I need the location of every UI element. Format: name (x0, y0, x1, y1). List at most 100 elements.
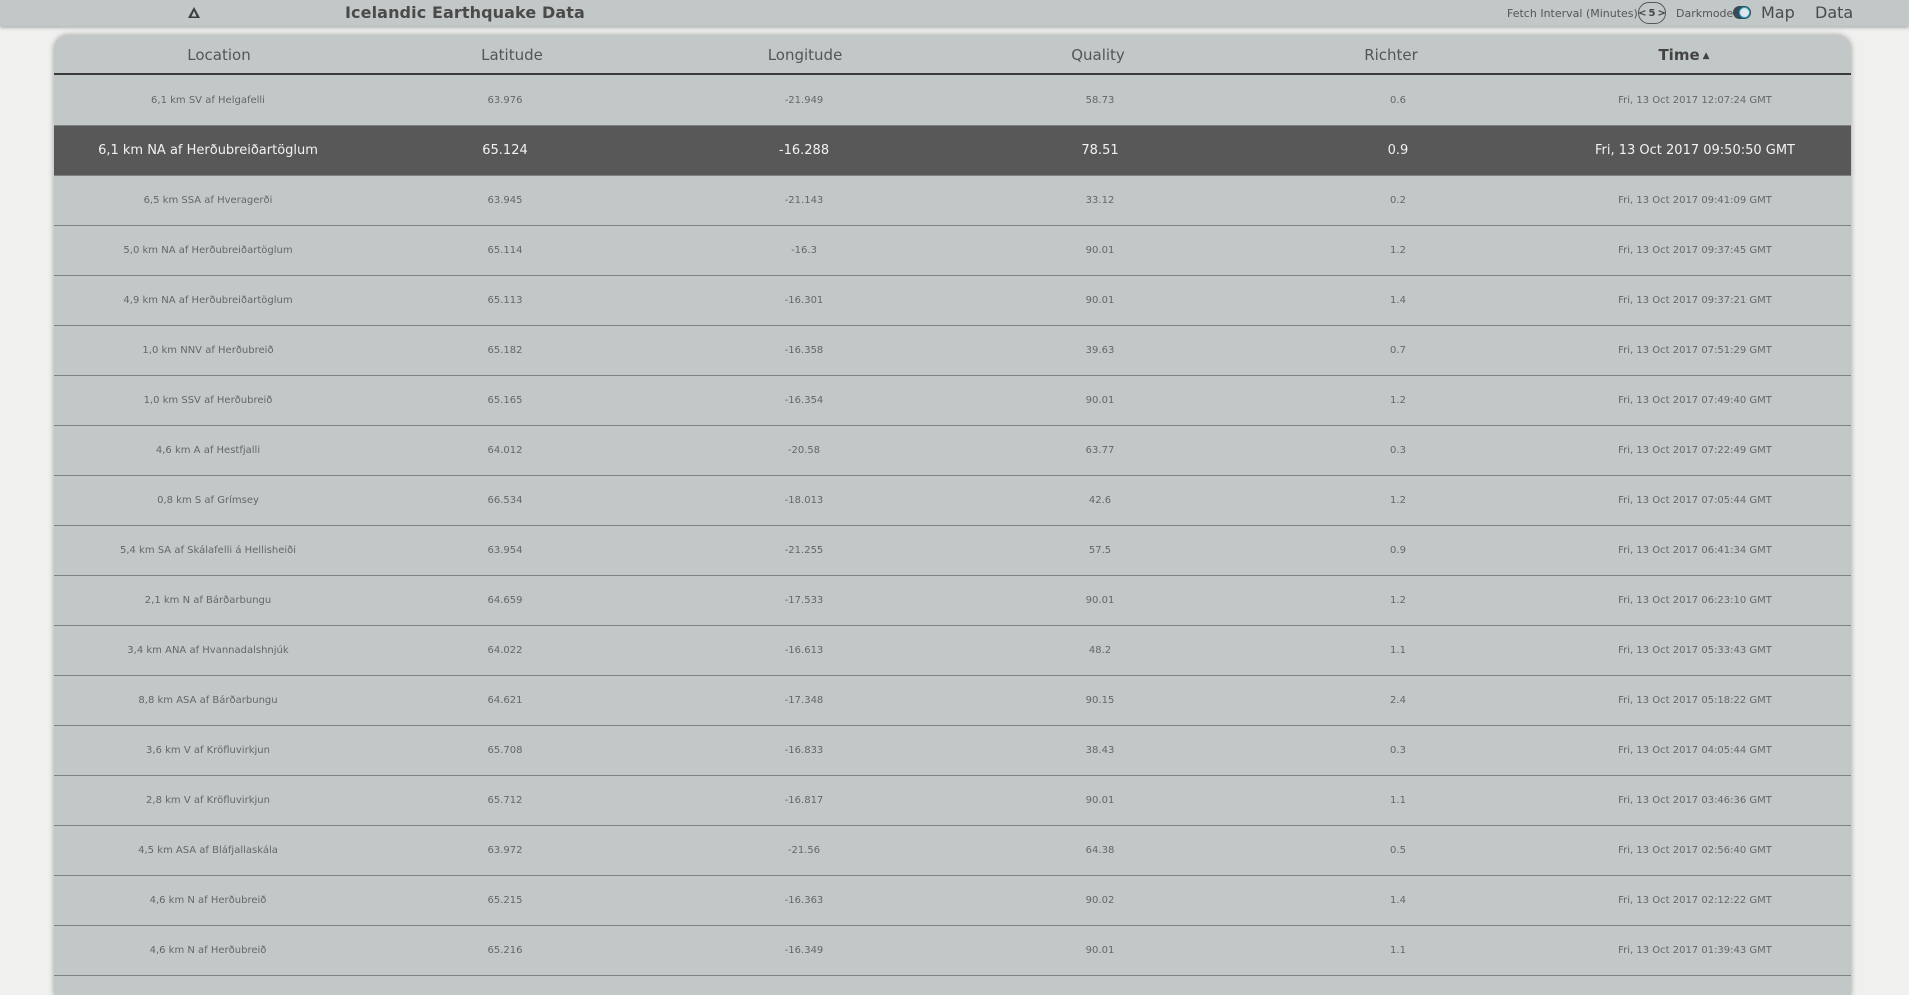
table-row[interactable]: 5,0 km NA af Herðubreiðartöglum 65.114 -16… (54, 226, 1851, 276)
cell-richter: 1.1 (1390, 945, 1406, 956)
fetch-interval-stepper[interactable]: < 5 > (1638, 2, 1666, 24)
table-row[interactable]: 1,0 km NNV af Herðubreið 65.182 -16.358 39.… (54, 326, 1851, 376)
cell-time: Fri, 13 Oct 2017 05:18:22 GMT (1618, 695, 1772, 706)
table-row[interactable]: 3,6 km V af Kröfluvirkjun 65.708 -16.833 38… (54, 726, 1851, 776)
cell-richter: 0.9 (1390, 545, 1406, 556)
cell-latitude: 63.976 (487, 95, 523, 106)
column-header-latitude[interactable]: Latitude (481, 46, 543, 64)
table-row[interactable]: 6,1 km NA af Herðubreiðartöglum 65.124 -16… (54, 126, 1851, 176)
cell-latitude: 65.114 (487, 245, 523, 256)
cell-longitude: -16.288 (778, 143, 830, 158)
cell-longitude: -16.833 (784, 745, 824, 756)
cell-quality: 42.6 (1088, 495, 1112, 506)
cell-location: 6,5 km SSA af Hveragerði (143, 195, 273, 206)
cell-location: 5,4 km SA af Skálafelli á Hellisheiði (119, 545, 297, 556)
table-row[interactable]: 4,6 km N af Herðubreið 65.216 -16.349 90.01… (54, 926, 1851, 976)
cell-quality: 64.38 (1085, 845, 1115, 856)
toggle-knob (1739, 7, 1750, 18)
cell-quality: 90.01 (1085, 595, 1115, 606)
cell-time: Fri, 13 Oct 2017 12:07:24 GMT (1618, 95, 1772, 106)
cell-richter: 0.5 (1390, 845, 1406, 856)
cell-longitude: -16.349 (784, 945, 824, 956)
cell-time: Fri, 13 Oct 2017 07:51:29 GMT (1618, 345, 1772, 356)
cell-location: 2,1 km N af Bárðarbungu (144, 595, 272, 606)
cell-quality: 78.51 (1081, 143, 1119, 158)
earthquake-table: Location Latitude Longitude Quality Rich… (54, 35, 1851, 995)
cell-time: Fri, 13 Oct 2017 09:37:45 GMT (1618, 245, 1772, 256)
cell-quality: 33.12 (1085, 195, 1115, 206)
cell-quality: 90.01 (1085, 795, 1115, 806)
cell-time: Fri, 13 Oct 2017 07:22:49 GMT (1618, 445, 1772, 456)
table-row[interactable]: 4,6 km N af Herðubreið 65.215 -16.363 90.02… (54, 876, 1851, 926)
cell-longitude: -18.013 (784, 495, 824, 506)
cell-longitude: -16.817 (784, 795, 824, 806)
cell-location: 4,9 km NA af Herðubreiðartöglum (123, 295, 293, 306)
cell-quality: 48.2 (1088, 645, 1112, 656)
cell-location: 6,1 km NA af Herðubreiðartöglum (98, 143, 318, 158)
column-header-longitude[interactable]: Longitude (768, 46, 843, 64)
cell-longitude: -16.363 (784, 895, 824, 906)
cell-richter: 0.7 (1390, 345, 1406, 356)
cell-quality: 39.63 (1085, 345, 1115, 356)
cell-location: 4,6 km N af Herðubreið (149, 945, 267, 956)
table-row[interactable]: 8,8 km ASA af Bárðarbungu 64.621 -17.348 90… (54, 676, 1851, 726)
cell-quality: 90.01 (1085, 395, 1115, 406)
cell-latitude: 65.216 (487, 945, 523, 956)
cell-location: 5,0 km NA af Herðubreiðartöglum (123, 245, 293, 256)
cell-time: Fri, 13 Oct 2017 01:39:43 GMT (1618, 945, 1772, 956)
decrement-button[interactable]: < (1637, 8, 1647, 19)
cell-longitude: -16.613 (784, 645, 824, 656)
nav-map-link[interactable]: Map (1761, 3, 1795, 22)
cell-longitude: -17.533 (784, 595, 824, 606)
cell-longitude: -16.358 (784, 345, 824, 356)
cell-quality: 90.02 (1085, 895, 1115, 906)
column-header-quality[interactable]: Quality (1071, 46, 1125, 64)
fetch-interval-label: Fetch Interval (Minutes) (1507, 7, 1638, 20)
darkmode-toggle[interactable] (1733, 6, 1751, 19)
cell-time: Fri, 13 Oct 2017 02:12:22 GMT (1618, 895, 1772, 906)
table-row[interactable]: 2,8 km V af Kröfluvirkjun 65.712 -16.817 90… (54, 776, 1851, 826)
cell-location: 4,6 km N af Herðubreið (149, 895, 267, 906)
table-row[interactable]: 4,6 km A af Hestfjalli 64.012 -20.58 63.77 0… (54, 426, 1851, 476)
cell-longitude: -21.255 (784, 545, 824, 556)
cell-quality: 38.43 (1085, 745, 1115, 756)
warning-triangle-icon[interactable] (187, 5, 201, 19)
cell-time: Fri, 13 Oct 2017 06:23:10 GMT (1618, 595, 1772, 606)
cell-time: Fri, 13 Oct 2017 07:05:44 GMT (1618, 495, 1772, 506)
cell-longitude: -20.58 (787, 445, 821, 456)
table-row[interactable]: 1,0 km SSV af Herðubreið 65.165 -16.354 90.… (54, 376, 1851, 426)
table-row[interactable]: 6,1 km SV af Helgafelli 63.976 -21.949 58.7… (54, 76, 1851, 126)
cell-richter: 0.6 (1390, 95, 1406, 106)
cell-latitude: 65.708 (487, 745, 523, 756)
cell-richter: 1.4 (1390, 295, 1406, 306)
cell-richter: 2.4 (1390, 695, 1406, 706)
fetch-interval-value: 5 (1648, 7, 1656, 19)
table-row[interactable]: 3,4 km ANA af Hvannadalshnjúk 64.022 -16.6… (54, 626, 1851, 676)
column-header-richter[interactable]: Richter (1364, 46, 1418, 64)
cell-latitude: 64.659 (487, 595, 523, 606)
table-row[interactable]: 2,1 km N af Bárðarbungu 64.659 -17.533 90.0… (54, 576, 1851, 626)
cell-latitude: 64.022 (487, 645, 523, 656)
cell-richter: 1.1 (1390, 645, 1406, 656)
cell-time: Fri, 13 Oct 2017 03:46:36 GMT (1618, 795, 1772, 806)
nav-data-link[interactable]: Data (1815, 3, 1853, 22)
cell-quality: 90.01 (1085, 295, 1115, 306)
cell-richter: 0.3 (1390, 745, 1406, 756)
cell-quality: 58.73 (1085, 95, 1115, 106)
cell-longitude: -16.3 (791, 245, 817, 256)
column-header-time-label: Time (1658, 46, 1700, 64)
column-header-location[interactable]: Location (187, 46, 250, 64)
table-row[interactable]: 6,5 km SSA af Hveragerði 63.945 -21.143 33.… (54, 176, 1851, 226)
cell-latitude: 65.113 (487, 295, 523, 306)
column-header-time[interactable]: Time ▲ (1658, 46, 1709, 64)
sort-ascending-icon: ▲ (1702, 51, 1710, 61)
table-row[interactable]: 5,4 km SA af Skálafelli á Hellisheiði 63.… (54, 526, 1851, 576)
increment-button[interactable]: > (1656, 8, 1666, 19)
cell-location: 4,5 km ASA af Bláfjallaskála (138, 845, 278, 856)
table-row[interactable]: 4,9 km NA af Herðubreiðartöglum 65.113 -16… (54, 276, 1851, 326)
cell-richter: 1.2 (1390, 495, 1406, 506)
table-row[interactable]: 0,8 km S af Grímsey 66.534 -18.013 42.6 1.2 F… (54, 476, 1851, 526)
cell-location: 6,1 km SV af Helgafelli (151, 95, 265, 106)
table-row[interactable]: 4,5 km ASA af Bláfjallaskála 63.972 -21.56… (54, 826, 1851, 876)
cell-time: Fri, 13 Oct 2017 05:33:43 GMT (1618, 645, 1772, 656)
